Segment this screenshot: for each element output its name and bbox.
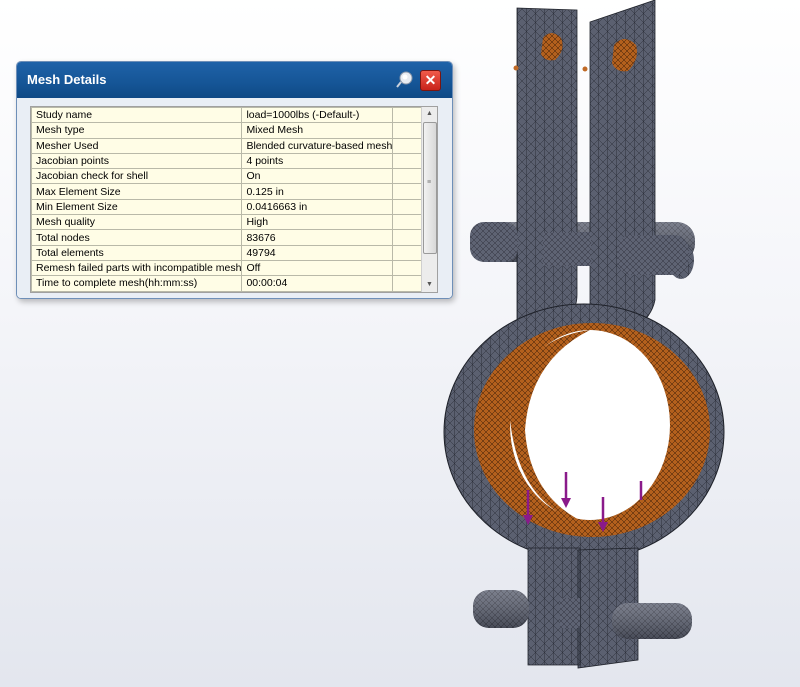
dialog-body: Study name load=1000lbs (-Default-) Mesh t…: [17, 98, 452, 298]
table-row[interactable]: Remesh failed parts with incompatible me…: [31, 259, 437, 277]
pushpin-icon[interactable]: [395, 70, 415, 90]
table-row[interactable]: Total elements 49794: [31, 244, 437, 261]
row-key: Max Element Size: [31, 183, 243, 200]
row-key: Total elements: [31, 244, 243, 261]
mesh-details-table[interactable]: Study name load=1000lbs (-Default-) Mesh t…: [30, 106, 438, 293]
table-row[interactable]: Mesher Used Blended curvature-based mesh: [31, 137, 437, 154]
table-row[interactable]: Total nodes 83676: [31, 229, 437, 246]
table-row[interactable]: Min Element Size 0.0416663 in: [31, 198, 437, 216]
row-key: Time to complete mesh(hh:mm:ss): [31, 275, 243, 292]
row-value: 83676: [241, 229, 394, 246]
row-key: Total nodes: [31, 229, 243, 246]
row-value: 0.0416663 in: [241, 198, 394, 216]
bolt-head-left: [470, 222, 518, 262]
row-key: Study name: [31, 107, 243, 124]
scroll-thumb[interactable]: ≡: [423, 122, 437, 254]
dialog-title: Mesh Details: [27, 72, 107, 87]
row-value: Blended curvature-based mesh: [241, 137, 394, 154]
row-key: Min Element Size: [31, 198, 243, 216]
bolt-end-right: [617, 235, 689, 275]
row-key: Mesher Used: [31, 137, 243, 154]
table-row[interactable]: Mesh type Mixed Mesh: [31, 122, 437, 139]
scroll-down-arrow-icon[interactable]: ▼: [422, 278, 437, 292]
row-value: 00:00:04: [241, 275, 394, 292]
mesh-details-dialog[interactable]: Mesh Details ✕ Study name load=1000lbs (-…: [16, 61, 453, 299]
pipe-ring: [443, 303, 725, 561]
table-row[interactable]: Study name load=1000lbs (-Default-): [31, 107, 437, 124]
table-row[interactable]: Mesh quality High: [31, 214, 437, 231]
row-key: Mesh quality: [31, 214, 243, 231]
table-row[interactable]: Max Element Size 0.125 in: [31, 183, 437, 200]
row-key: Remesh failed parts with incompatible me…: [31, 259, 243, 277]
vertical-scrollbar[interactable]: ▲ ≡ ▼: [421, 107, 437, 292]
row-key: Jacobian check for shell: [31, 168, 243, 185]
table-row[interactable]: Jacobian points 4 points: [31, 152, 437, 170]
table-row[interactable]: Time to complete mesh(hh:mm:ss) 00:00:04: [31, 275, 437, 292]
row-key: Mesh type: [31, 122, 243, 139]
scroll-up-arrow-icon[interactable]: ▲: [422, 107, 437, 121]
dialog-titlebar[interactable]: Mesh Details ✕: [17, 62, 452, 98]
row-value: On: [241, 168, 394, 185]
row-value: High: [241, 214, 394, 231]
close-icon[interactable]: ✕: [420, 70, 441, 91]
bolt-mid: [543, 232, 591, 266]
row-value: Off: [241, 259, 394, 277]
row-value: load=1000lbs (-Default-): [241, 107, 394, 124]
row-value: 4 points: [241, 152, 394, 170]
row-value: Mixed Mesh: [241, 122, 394, 139]
row-value: 49794: [241, 244, 394, 261]
row-key: Jacobian points: [31, 152, 243, 170]
row-value: 0.125 in: [241, 183, 394, 200]
table-row[interactable]: Jacobian check for shell On: [31, 168, 437, 185]
